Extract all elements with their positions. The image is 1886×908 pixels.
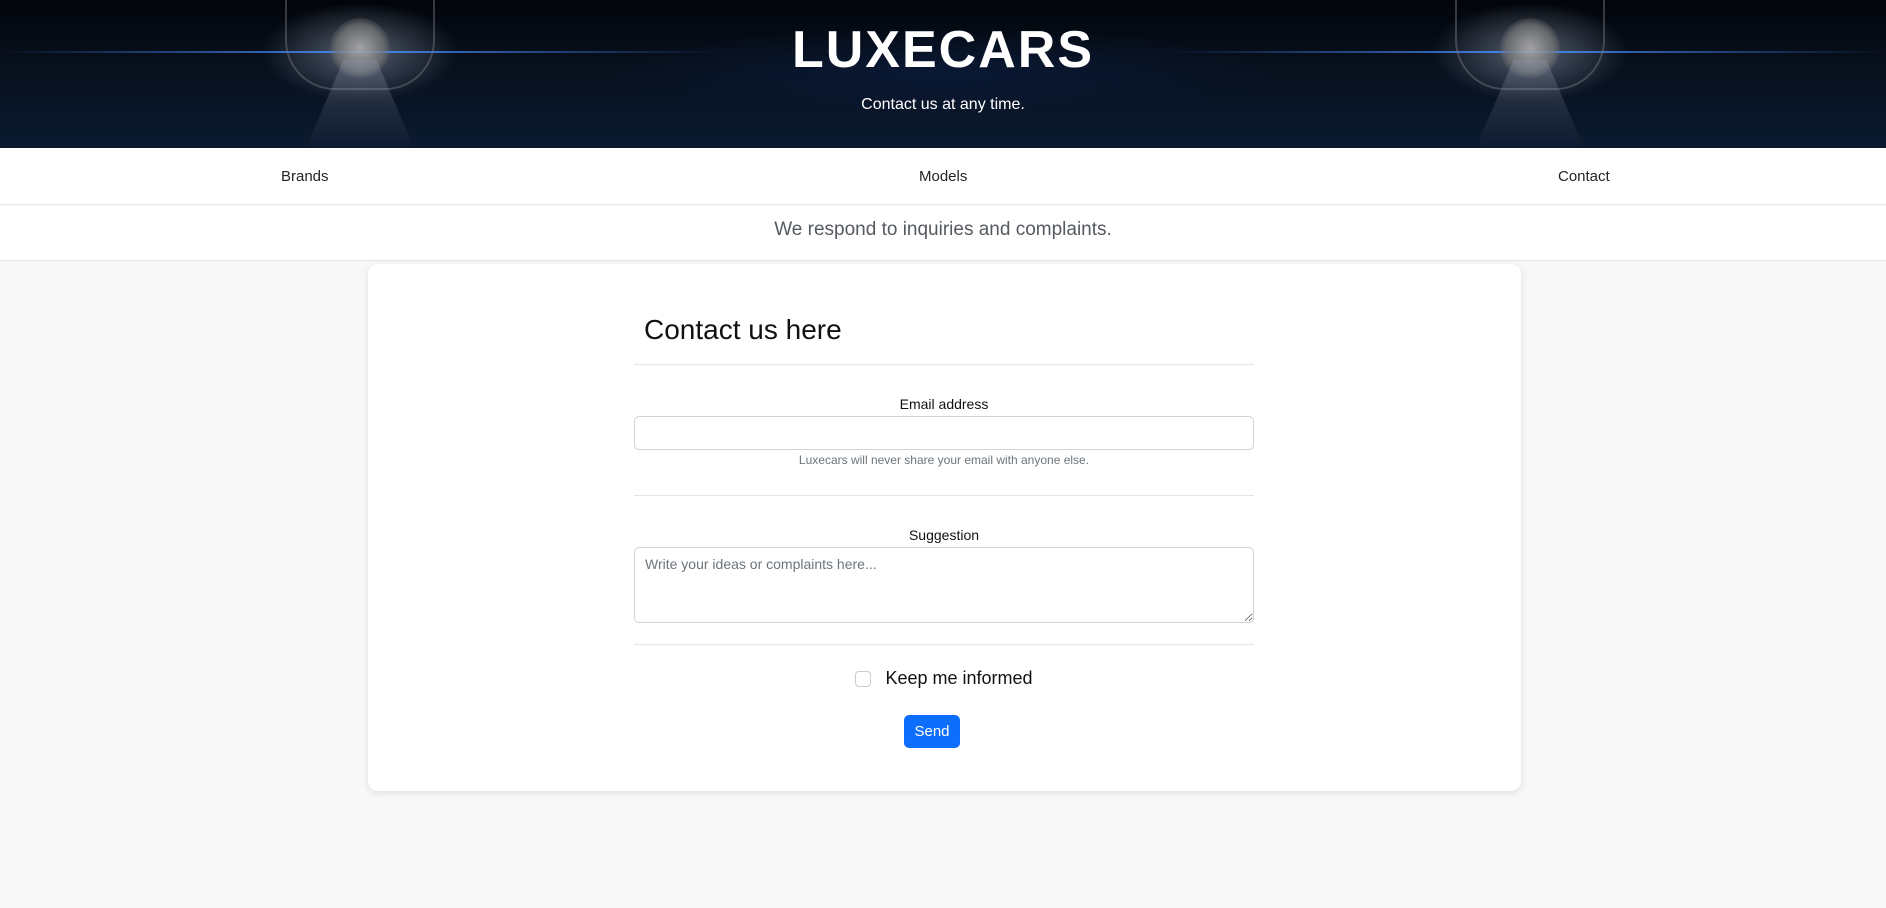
nav-item-brands[interactable]: Brands (281, 148, 329, 205)
send-button[interactable]: Send (904, 715, 960, 748)
hero-banner: LUXECARS Contact us at any time. (0, 0, 1886, 148)
keep-informed-label[interactable]: Keep me informed (885, 668, 1032, 689)
keep-informed-checkbox[interactable] (855, 670, 872, 687)
tagline-bar: We respond to inquiries and complaints. (0, 206, 1886, 261)
contact-card: Contact us here Email address Luxecars w… (368, 264, 1521, 791)
divider (634, 644, 1254, 645)
nav-item-contact[interactable]: Contact (1558, 148, 1610, 205)
divider (634, 364, 1254, 365)
brand-title: LUXECARS (791, 21, 1095, 79)
keep-informed-row: Keep me informed (634, 668, 1254, 689)
header-subtitle: Contact us at any time. (861, 96, 1025, 113)
nav-item-models[interactable]: Models (919, 148, 967, 205)
divider (634, 495, 1254, 496)
main-nav: Brands Models Contact (0, 148, 1886, 205)
suggestion-textarea[interactable] (634, 547, 1254, 623)
suggestion-label: Suggestion (908, 527, 980, 543)
form-title: Contact us here (644, 314, 842, 345)
tagline: We respond to inquiries and complaints. (774, 219, 1112, 240)
email-field[interactable] (634, 416, 1254, 450)
email-label: Email address (899, 396, 989, 412)
email-help-text: Luxecars will never share your email wit… (798, 453, 1090, 467)
